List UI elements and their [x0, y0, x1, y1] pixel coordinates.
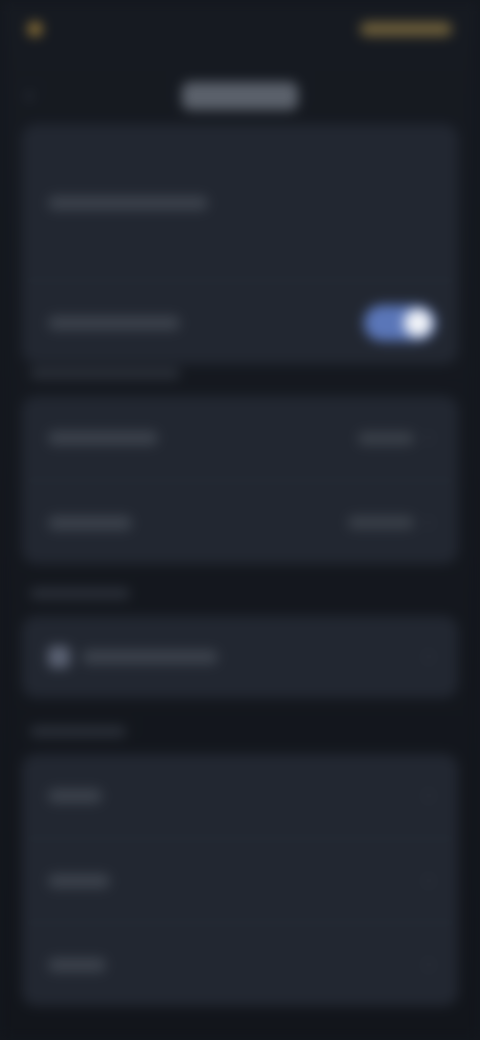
settings-row[interactable]: › [22, 396, 458, 480]
settings-card-section4: › › › [22, 754, 458, 1006]
toggle-knob [404, 308, 432, 337]
status-indicators [360, 22, 452, 36]
settings-row[interactable]: › [22, 922, 458, 1006]
settings-row[interactable]: › [22, 838, 458, 922]
section-label [30, 368, 180, 379]
row-value [358, 431, 414, 445]
device-icon [48, 646, 70, 668]
row-label [48, 789, 102, 803]
page-header: ‹ [0, 74, 480, 118]
row-label [48, 873, 110, 888]
chevron-right-icon: › [426, 648, 432, 665]
toggle-switch[interactable] [364, 304, 436, 341]
settings-screen: ‹ › › › › › › [0, 0, 480, 1040]
settings-row[interactable] [22, 124, 458, 280]
section-label [30, 588, 130, 599]
status-bar [28, 12, 452, 46]
settings-row-device[interactable]: › [22, 616, 458, 698]
chevron-right-icon: › [426, 955, 432, 973]
settings-card-section3: › [22, 616, 458, 698]
settings-row-toggle[interactable] [22, 280, 458, 364]
chevron-right-icon: › [426, 787, 432, 804]
row-label [48, 515, 132, 530]
status-left [28, 22, 122, 36]
chevron-right-icon: › [426, 871, 432, 889]
section-label [30, 726, 126, 737]
app-logo-icon [28, 22, 42, 36]
row-label [48, 431, 158, 445]
settings-row[interactable]: › [22, 480, 458, 564]
chevron-right-icon: › [426, 513, 432, 531]
row-label [48, 957, 106, 972]
status-time [52, 23, 122, 35]
row-label [82, 650, 218, 664]
settings-row[interactable]: › [22, 754, 458, 838]
settings-card-section2: › › [22, 396, 458, 564]
row-value [348, 516, 414, 529]
row-label [48, 315, 180, 330]
settings-card-general [22, 124, 458, 364]
back-chevron-icon[interactable]: ‹ [26, 84, 44, 106]
chevron-right-icon: › [426, 429, 432, 446]
page-title [182, 82, 298, 110]
row-label [48, 196, 208, 210]
